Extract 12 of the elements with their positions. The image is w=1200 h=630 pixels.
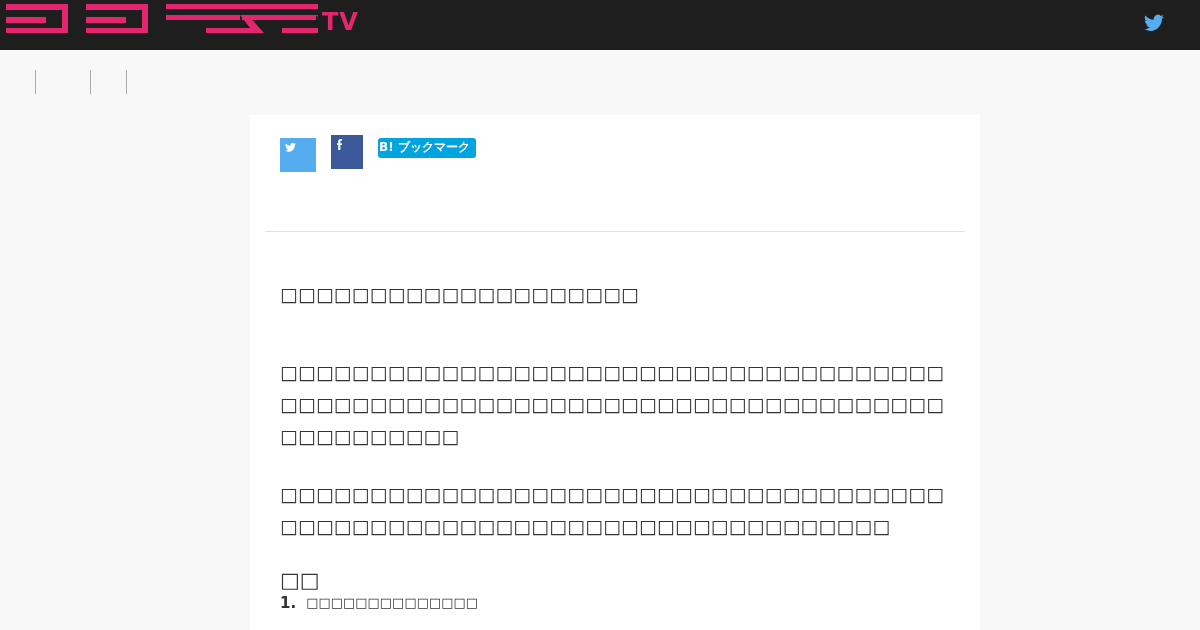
share-button[interactable] <box>331 135 363 169</box>
bookmark-button[interactable]: B! ブックマーク <box>378 138 476 158</box>
bird-icon <box>285 143 296 152</box>
logo-text: TV <box>322 10 359 34</box>
paragraph: □□□□□□□□□□□□□□□□□□□□□□□□□□□□□□□□□□□□□□□□□□□□□□□□□□□□□□□□□□□□□□□□□□□□□□□□□□□□□□□□□□□□ <box>280 360 946 449</box>
list-number: 1. <box>280 594 297 612</box>
paragraph: □□□□□□□□□□□□□□□□□□□□ <box>280 282 641 307</box>
f-icon <box>337 139 342 150</box>
bird-icon[interactable] <box>1144 14 1164 32</box>
paragraph: □□□□□□□□□□□□□□□□□□□□□□□□□□□□□□□□□□□□□□□□□□□□□□□□□□□□□□□□□□□□□□□□□□□□□□□ <box>280 482 946 539</box>
section-heading: □□ <box>280 568 321 592</box>
list-item-text: □□□□□□□□□□□□□□ <box>306 594 479 612</box>
